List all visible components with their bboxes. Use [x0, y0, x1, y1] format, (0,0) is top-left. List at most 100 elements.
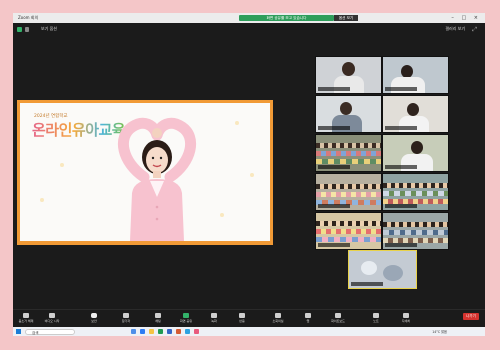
- participant-head: [407, 103, 419, 116]
- classroom-children: [316, 159, 381, 164]
- security-shield-icon[interactable]: [17, 27, 22, 32]
- breakout-icon: [275, 313, 281, 318]
- participant-body: [391, 77, 425, 93]
- participant-name: [318, 165, 350, 169]
- classroom-children: [316, 143, 381, 148]
- participant-head: [411, 141, 423, 154]
- participants-button[interactable]: 참가자: [115, 312, 137, 327]
- notes-button[interactable]: 노트: [365, 312, 387, 327]
- chat-icon: [155, 313, 161, 318]
- decor-dot: [40, 198, 44, 202]
- blurred-figure: [361, 261, 377, 275]
- more-button[interactable]: 자세히: [395, 312, 417, 327]
- window-controls[interactable]: – □ ×: [451, 13, 481, 23]
- participant-tile[interactable]: [382, 212, 449, 250]
- app-icon[interactable]: [194, 329, 199, 334]
- notes-icon: [373, 313, 379, 318]
- participant-tile[interactable]: [382, 173, 449, 211]
- windows-start-icon[interactable]: [16, 329, 21, 334]
- reactions-button[interactable]: 반응: [231, 312, 253, 327]
- chrome-icon[interactable]: [131, 329, 136, 334]
- apps-label: 앱: [306, 319, 310, 323]
- participant-tile[interactable]: [315, 134, 382, 172]
- gallery-view-toggle[interactable]: 갤러리 보기: [445, 26, 465, 32]
- featured-speaker-video[interactable]: 2024년 연합학교 온라인유아교육: [17, 100, 273, 245]
- screen-share-banner: 화면 공유를 보고 있습니다: [239, 15, 334, 21]
- classroom-children: [316, 229, 381, 234]
- meeting-toolbar: 음소거 해제 비디오 시작 보안 참가자 채팅 화면 공유 녹화 반응 소회의실…: [13, 309, 485, 328]
- decor-dot: [60, 163, 64, 167]
- file-explorer-icon[interactable]: [149, 329, 154, 334]
- blurred-figure: [383, 265, 403, 281]
- video-button[interactable]: 비디오 시작: [41, 312, 63, 327]
- powerpoint-icon[interactable]: [176, 329, 181, 334]
- view-options-button[interactable]: 옵션 보기: [334, 15, 358, 21]
- apps-icon: [305, 313, 311, 318]
- participant-body: [334, 76, 364, 93]
- record-label: 녹화: [211, 319, 217, 323]
- apps-button[interactable]: 앱: [297, 312, 319, 327]
- decor-dot: [235, 121, 239, 125]
- participant-head: [342, 62, 355, 76]
- participant-tile[interactable]: [315, 173, 382, 211]
- zoom-app-icon[interactable]: [140, 329, 145, 334]
- edge-icon[interactable]: [185, 329, 190, 334]
- share-screen-button[interactable]: 화면 공유: [175, 312, 197, 327]
- record-button[interactable]: 녹화: [203, 312, 225, 327]
- participant-name: [385, 243, 417, 247]
- excel-icon[interactable]: [158, 329, 163, 334]
- breakout-label: 소회의실: [272, 319, 284, 323]
- participant-body: [332, 115, 362, 132]
- mute-label: 음소거 해제: [18, 319, 34, 323]
- video-label: 비디오 시작: [44, 319, 60, 323]
- reactions-icon: [239, 313, 245, 318]
- participant-head: [340, 102, 352, 115]
- windows-taskbar: 검색 14°C 맑음: [13, 327, 485, 336]
- chat-button[interactable]: 채팅: [147, 312, 169, 327]
- participant-tile[interactable]: [315, 212, 382, 250]
- mic-icon: [23, 313, 29, 318]
- participant-name: [385, 126, 417, 130]
- weather-widget[interactable]: 14°C 맑음: [432, 329, 447, 334]
- participant-tile[interactable]: [315, 56, 382, 94]
- participant-body: [399, 116, 429, 132]
- speaker-backdrop: 2024년 연합학교 온라인유아교육: [20, 103, 270, 241]
- classroom-children: [316, 221, 381, 226]
- participant-body: [401, 154, 433, 171]
- record-icon: [211, 313, 217, 318]
- breakout-button[interactable]: 소회의실: [267, 312, 289, 327]
- participant-tile[interactable]: [315, 95, 382, 133]
- chat-label: 채팅: [155, 319, 161, 323]
- classroom-children: [383, 230, 448, 235]
- participant-tile[interactable]: [382, 134, 449, 172]
- mute-button[interactable]: 음소거 해제: [15, 312, 37, 327]
- active-participant-tile[interactable]: [348, 250, 417, 289]
- decor-dot: [250, 173, 254, 177]
- shield-icon: [91, 313, 97, 318]
- title-bar: Zoom 회의 화면 공유를 보고 있습니다 옵션 보기 – □ ×: [13, 13, 485, 23]
- classroom-children: [316, 237, 381, 242]
- taskbar-search[interactable]: 검색: [25, 328, 75, 335]
- participant-tile[interactable]: [382, 56, 449, 94]
- leave-meeting-button[interactable]: 나가기: [463, 313, 479, 320]
- meeting-info-row: 보기 옵션 갤러리 보기 ⤢: [13, 23, 485, 37]
- classroom-children: [383, 183, 448, 188]
- whiteboard-icon: [335, 313, 341, 318]
- view-options-label[interactable]: 보기 옵션: [41, 26, 57, 32]
- share-screen-icon: [183, 313, 189, 318]
- participant-tile[interactable]: [382, 95, 449, 133]
- reactions-label: 반응: [239, 319, 245, 323]
- security-button[interactable]: 보안: [83, 312, 105, 327]
- presenter-figure: [118, 117, 196, 241]
- more-label: 자세히: [401, 319, 411, 323]
- video-icon: [49, 313, 55, 318]
- fullscreen-icon[interactable]: ⤢: [472, 26, 477, 34]
- participants-label: 참가자: [121, 319, 131, 323]
- participant-name: [351, 282, 383, 286]
- word-icon[interactable]: [167, 329, 172, 334]
- encryption-lock-icon[interactable]: [25, 27, 29, 32]
- classroom-children: [316, 184, 381, 189]
- whiteboard-button[interactable]: 화이트보드: [327, 312, 349, 327]
- participants-icon: [123, 313, 129, 318]
- share-screen-label: 화면 공유: [180, 319, 192, 323]
